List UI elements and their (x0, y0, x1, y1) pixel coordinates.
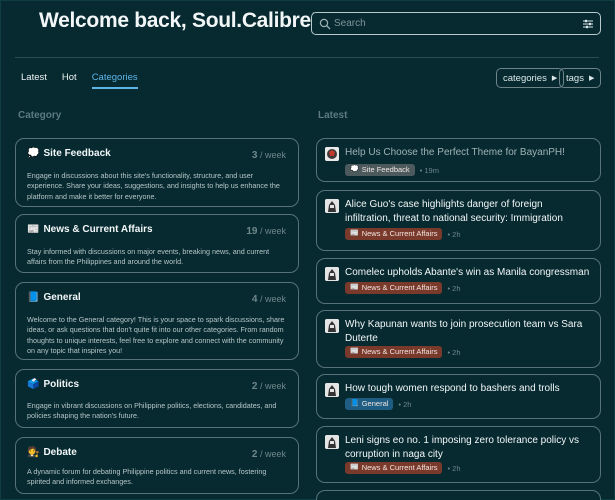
newspaper-icon: 📰 (350, 464, 359, 471)
category-frequency: 2 / week (251, 381, 286, 392)
topic-card[interactable]: Leni signs eo no. 1 imposing zero tolera… (316, 426, 601, 483)
topic-title[interactable]: Help Us Choose the Perfect Theme for Bay… (345, 146, 590, 160)
topic-title[interactable]: Leni signs eo no. 1 imposing zero tolera… (345, 434, 590, 461)
category-card-politics[interactable]: 🗳️ Politics 2 / week Engage in vibrant d… (15, 369, 299, 428)
categories-dropdown[interactable]: categories ▶ (496, 68, 565, 88)
topic-meta: 📰 News & Current Affairs • 2h (345, 346, 461, 358)
topic-title[interactable]: Why Kapunan wants to join prosecution te… (345, 318, 590, 345)
caret-right-icon: ▶ (588, 75, 595, 82)
category-badge[interactable]: 💭 Site Feedback (345, 164, 415, 176)
category-badge[interactable]: 📰 News & Current Affairs (345, 228, 443, 240)
topic-title[interactable]: How tough women respond to bashers and t… (345, 382, 590, 396)
newspaper-icon: 📰 (350, 348, 359, 355)
category-description: Stay informed with discussions on major … (27, 247, 270, 267)
topic-card[interactable]: Comelec upholds Abante's win as Manila c… (316, 258, 601, 304)
topic-meta: 📰 News & Current Affairs • 2h (345, 228, 461, 240)
category-name: 🧑‍⚖️ Debate (27, 447, 77, 458)
category-badge[interactable]: 📰 News & Current Affairs (345, 282, 443, 294)
category-name: 💭 Site Feedback (27, 148, 111, 159)
category-description: Engage in discussions about this site's … (27, 171, 280, 201)
category-badge[interactable]: 📘 General (345, 398, 394, 410)
judge-icon: 🧑‍⚖️ (27, 447, 40, 458)
category-card-general[interactable]: 📘 General 4 / week Welcome to the Genera… (15, 282, 299, 360)
ballot-box-icon: 🗳️ (27, 379, 40, 390)
newspaper-icon: 📰 (350, 230, 359, 237)
category-frequency: 2 / week (251, 449, 286, 460)
topic-card[interactable]: Why Kapunan wants to join prosecution te… (316, 310, 601, 368)
avatar (325, 319, 339, 333)
topic-age: • 2h (447, 283, 461, 293)
caret-right-icon: ▶ (551, 75, 558, 82)
topic-age: • 19m (419, 165, 439, 175)
category-description: Welcome to the General category! This is… (27, 315, 285, 356)
topic-age: • 2h (447, 347, 461, 357)
topic-meta: 📘 General • 2h (345, 398, 411, 410)
category-badge[interactable]: 📰 News & Current Affairs (345, 346, 443, 358)
avatar (325, 147, 339, 161)
topic-meta: 📰 News & Current Affairs • 2h (345, 462, 461, 474)
topic-meta: 💭 Site Feedback • 19m (345, 164, 439, 176)
thought-bubble-icon: 💭 (350, 166, 359, 173)
topic-card[interactable]: How tough women respond to bashers and t… (316, 374, 601, 419)
tags-dropdown[interactable]: tags ▶ (559, 68, 602, 88)
nav-tabs: Latest Hot Categories (21, 72, 153, 89)
category-badge[interactable]: 📰 News & Current Affairs (345, 462, 443, 474)
filter-sliders-icon[interactable] (582, 18, 594, 30)
topic-meta: 📰 News & Current Affairs • 2h (345, 282, 461, 294)
topic-age: • 2h (447, 229, 461, 239)
category-frequency: 3 / week (251, 150, 286, 161)
category-column-header: Category (18, 110, 62, 121)
category-name: 📘 General (27, 292, 81, 303)
categories-dropdown-label: categories (503, 72, 547, 84)
tags-dropdown-label: tags (566, 72, 584, 84)
topic-card[interactable]: Help Us Choose the Perfect Theme for Bay… (316, 138, 601, 182)
avatar (325, 383, 339, 397)
thought-bubble-icon: 💭 (27, 148, 40, 159)
search-input[interactable]: Search (311, 12, 601, 35)
search-icon (319, 18, 331, 30)
tab-latest[interactable]: Latest (21, 72, 47, 89)
topic-card-partial[interactable] (316, 490, 601, 500)
topic-title[interactable]: Comelec upholds Abante's win as Manila c… (345, 266, 590, 280)
book-icon: 📘 (27, 292, 40, 303)
category-description: Engage in vibrant discussions on Philipp… (27, 401, 277, 421)
topic-age: • 2h (398, 399, 412, 409)
category-card-news[interactable]: 📰 News & Current Affairs 19 / week Stay … (15, 214, 299, 273)
tab-hot[interactable]: Hot (62, 72, 77, 89)
header-divider (15, 57, 599, 58)
topic-card[interactable]: Alice Guo's case highlights danger of fo… (316, 190, 601, 251)
category-frequency: 4 / week (251, 294, 286, 305)
avatar (325, 267, 339, 281)
tab-categories[interactable]: Categories (91, 72, 138, 89)
category-card-site-feedback[interactable]: 💭 Site Feedback 3 / week Engage in discu… (15, 138, 299, 207)
category-frequency: 19 / week (246, 226, 286, 237)
page-title: Welcome back, Soul.Calibre! (39, 9, 318, 32)
newspaper-icon: 📰 (27, 224, 40, 235)
search-placeholder: Search (334, 18, 366, 29)
category-name: 📰 News & Current Affairs (27, 224, 153, 235)
topic-title[interactable]: Alice Guo's case highlights danger of fo… (345, 198, 590, 225)
category-card-debate[interactable]: 🧑‍⚖️ Debate 2 / week A dynamic forum for… (15, 437, 299, 494)
avatar (325, 435, 339, 449)
book-icon: 📘 (350, 400, 359, 407)
topic-age: • 2h (447, 463, 461, 473)
newspaper-icon: 📰 (350, 284, 359, 291)
category-name: 🗳️ Politics (27, 379, 80, 390)
avatar (325, 199, 339, 213)
category-description: A dynamic forum for debating Philippine … (27, 467, 267, 487)
latest-column-header: Latest (318, 110, 348, 121)
